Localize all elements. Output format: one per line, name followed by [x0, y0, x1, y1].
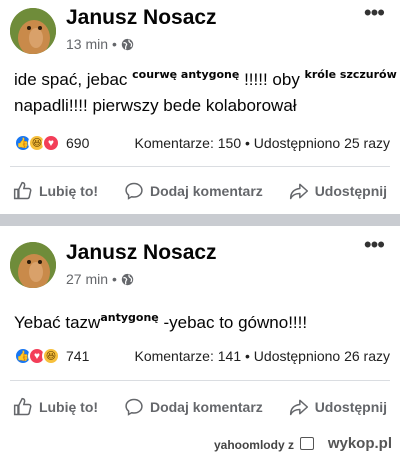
post-text: ide spać, jebac courwę antygonę !!!!! ob…	[14, 68, 397, 93]
comment-button[interactable]: Dodaj komentarz	[124, 397, 263, 417]
post-meta: 27 min •	[66, 271, 134, 287]
reactions[interactable]: 👍 😆 ♥	[14, 134, 60, 152]
comments-shares: Komentarze: 141 • Udostępniono 26 razy	[134, 348, 390, 364]
wykop-logo-icon	[300, 437, 314, 450]
author-name[interactable]: Janusz Nosacz	[66, 6, 217, 30]
post-text-part: !!!!! oby	[239, 70, 305, 89]
love-reaction-icon: ♥	[42, 134, 60, 152]
like-button[interactable]: Lubię to!	[13, 397, 98, 417]
like-button[interactable]: Lubię to!	[13, 181, 98, 201]
comment-label: Dodaj komentarz	[149, 399, 263, 415]
haha-reaction-icon: 😆	[42, 347, 60, 365]
wykop-footer: yahoomlody z wykop.pl	[0, 434, 400, 453]
comments-count[interactable]: Komentarze: 141	[134, 348, 241, 364]
comments-shares: Komentarze: 150 • Udostępniono 25 razy	[134, 135, 390, 151]
comment-label: Dodaj komentarz	[149, 183, 263, 199]
stats-separator: •	[245, 348, 250, 364]
shares-count[interactable]: Udostępniono 26 razy	[254, 348, 390, 364]
share-label: Udostępnij	[314, 399, 388, 415]
post-1: Janusz Nosacz 13 min • ••• ide spać, jeb…	[0, 0, 400, 214]
post-separator	[0, 214, 400, 226]
shares-count[interactable]: Udostępniono 25 razy	[254, 135, 390, 151]
meta-separator: •	[112, 271, 117, 287]
post-text: Yebać tazwantygonę -yebac to gówno!!!!	[14, 311, 307, 336]
share-arrow-icon	[289, 183, 308, 200]
overlay-text: courwę antygonę	[132, 68, 240, 81]
post-text-part: ide spać, jebac	[14, 70, 133, 89]
share-button[interactable]: Udostępnij	[289, 181, 387, 201]
reaction-count[interactable]: 741	[66, 348, 89, 364]
reactions[interactable]: 👍 ♥ 😆	[14, 347, 60, 365]
overlay-text: antygonę	[100, 311, 159, 324]
post-time[interactable]: 13 min	[66, 36, 108, 52]
footer-username: yahoomlody	[213, 438, 285, 452]
footer-z: z	[288, 438, 294, 452]
post-text-part: -yebac to gówno!!!!	[158, 313, 308, 332]
footer-site[interactable]: wykop.pl	[328, 435, 392, 452]
comment-icon	[125, 182, 143, 200]
post-stats: 👍 ♥ 😆 741 Komentarze: 141 • Udostępniono…	[14, 347, 390, 365]
reaction-count[interactable]: 690	[66, 135, 89, 151]
avatar[interactable]	[10, 242, 56, 288]
action-bar: Lubię to! Dodaj komentarz Udostępnij	[0, 392, 400, 422]
divider	[10, 166, 390, 167]
author-name[interactable]: Janusz Nosacz	[66, 241, 217, 265]
thumbs-up-icon	[13, 397, 32, 416]
footer-user[interactable]: yahoomlody z	[214, 438, 294, 452]
thumbs-up-icon	[13, 181, 32, 200]
share-label: Udostępnij	[314, 183, 388, 199]
share-arrow-icon	[289, 399, 308, 416]
avatar[interactable]	[10, 8, 56, 54]
share-button[interactable]: Udostępnij	[289, 397, 387, 417]
globe-icon	[121, 273, 134, 285]
overlay-text: króle szczurów	[304, 68, 397, 81]
post-text-part: Yebać tazw	[14, 313, 101, 332]
post-meta: 13 min •	[66, 36, 134, 52]
like-label: Lubię to!	[38, 183, 99, 199]
post-text-line2: napadli!!!! pierwszy bede kolaborował	[14, 96, 297, 115]
comment-icon	[125, 398, 143, 416]
divider	[10, 380, 390, 381]
more-options-icon[interactable]: •••	[364, 2, 385, 24]
more-options-icon[interactable]: •••	[364, 234, 385, 256]
stats-separator: •	[245, 135, 250, 151]
like-label: Lubię to!	[38, 399, 99, 415]
comment-button[interactable]: Dodaj komentarz	[124, 181, 263, 201]
meta-separator: •	[112, 36, 117, 52]
action-bar: Lubię to! Dodaj komentarz Udostępnij	[0, 176, 400, 206]
globe-icon	[121, 38, 134, 50]
post-stats: 👍 😆 ♥ 690 Komentarze: 150 • Udostępniono…	[14, 134, 390, 152]
post-time[interactable]: 27 min	[66, 271, 108, 287]
comments-count[interactable]: Komentarze: 150	[134, 135, 241, 151]
